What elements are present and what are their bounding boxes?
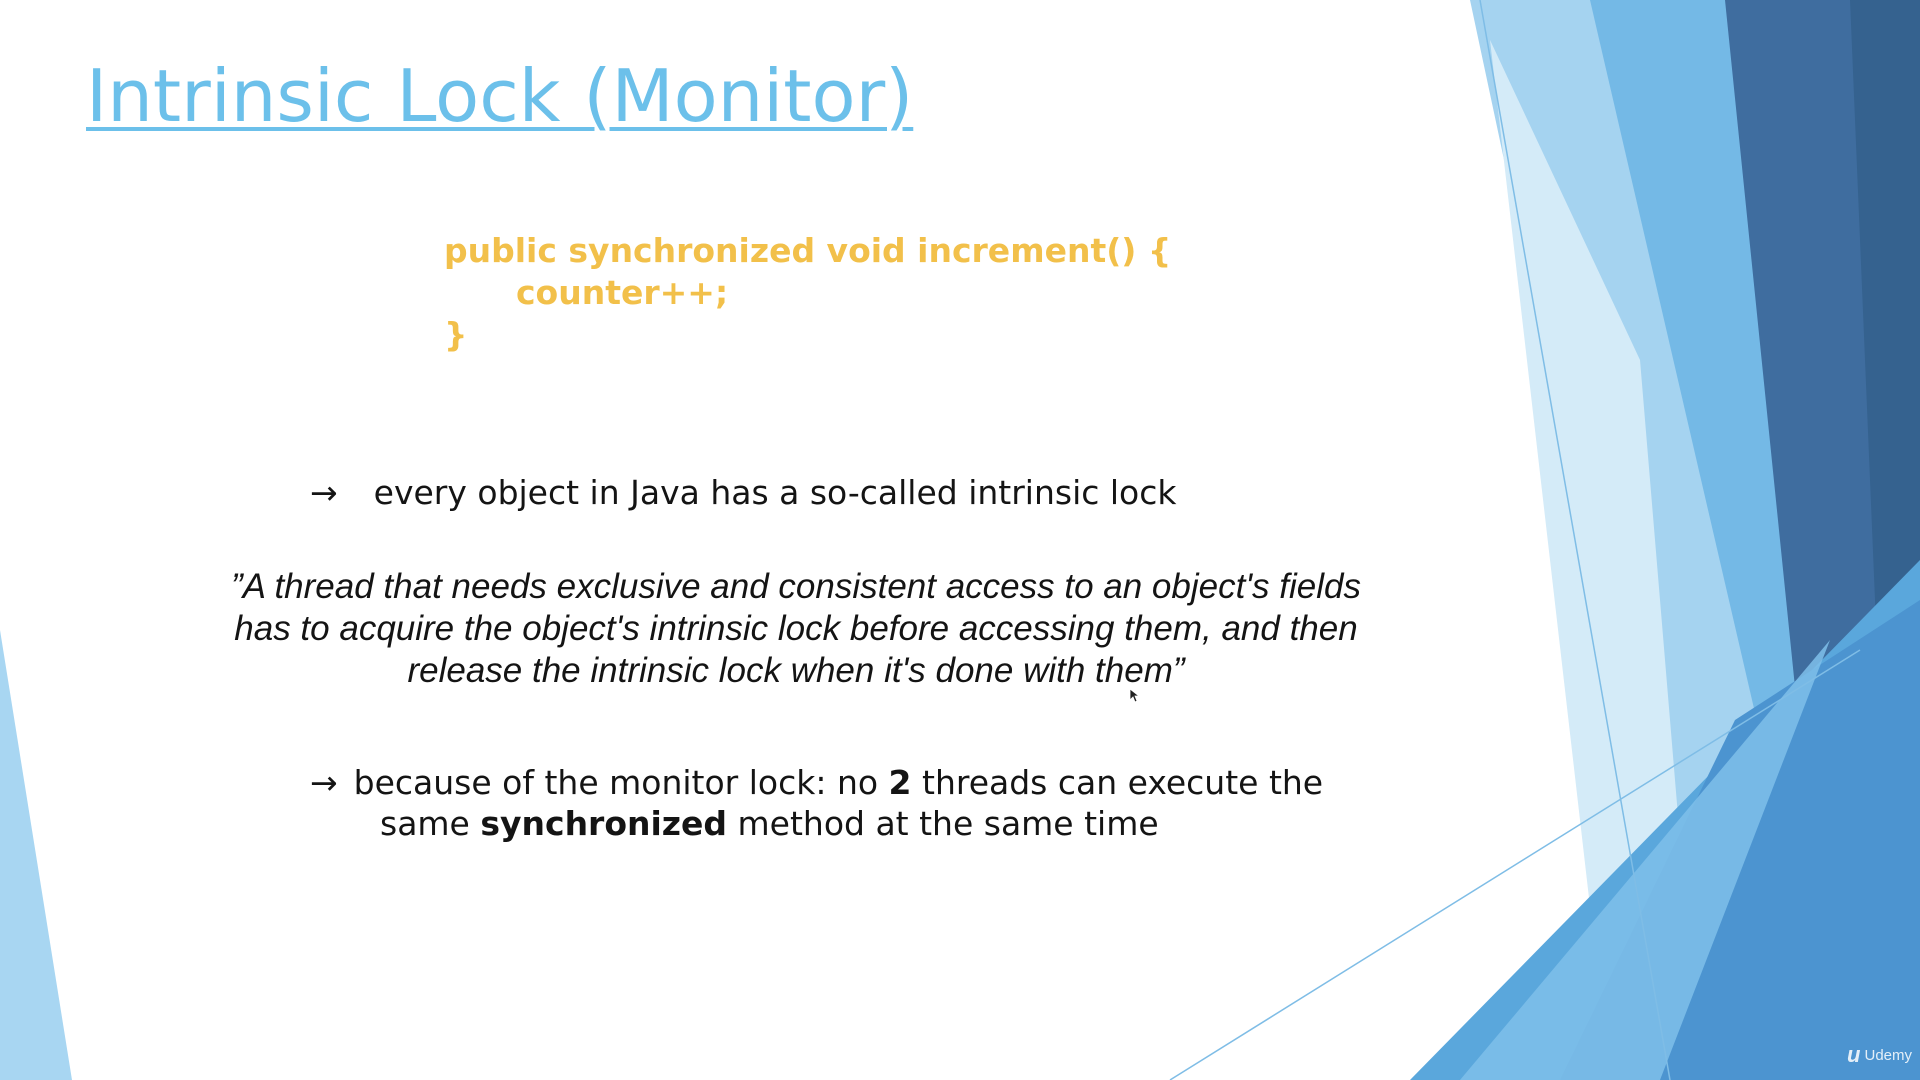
quote-line-2: has to acquire the object's intrinsic lo…	[234, 609, 1358, 648]
quote-line-1: ”A thread that needs exclusive and consi…	[231, 567, 1361, 606]
arrow-icon: →	[310, 763, 338, 802]
slide-title: Intrinsic Lock (Monitor)	[86, 54, 914, 138]
code-snippet: public synchronized void increment() { c…	[444, 230, 1171, 356]
code-line-close: }	[444, 315, 468, 354]
arrow-icon: →	[310, 473, 338, 512]
udemy-logo-icon: u	[1847, 1042, 1861, 1067]
left-accent-shape	[0, 630, 72, 1080]
bullet-text-start: because of the monitor lock: no	[353, 763, 889, 802]
code-line-signature: public synchronized void increment() {	[444, 231, 1172, 270]
bullet-cont-start: same	[380, 804, 481, 843]
bullet-intrinsic-lock: → every object in Java has a so-called in…	[310, 472, 1176, 514]
bullet-text-end: threads can execute the	[911, 763, 1324, 802]
bullet-bold-keyword: synchronized	[480, 804, 728, 843]
decorative-background	[0, 0, 1920, 1080]
bullet-cont-end: method at the same time	[727, 804, 1159, 843]
udemy-watermark: u Udemy	[1847, 1042, 1912, 1068]
watermark-text: Udemy	[1864, 1046, 1912, 1064]
quote-block: ”A thread that needs exclusive and consi…	[196, 566, 1396, 692]
bullet-monitor-lock: → because of the monitor lock: no 2 threa…	[310, 762, 1323, 804]
bullet-text: every object in Java has a so-called int…	[373, 473, 1177, 512]
bullet-monitor-lock-continued: same synchronized method at the same tim…	[380, 803, 1159, 845]
bullet-bold-number: 2	[888, 763, 912, 802]
code-line-body: counter++;	[516, 273, 729, 312]
mouse-pointer-icon	[1130, 689, 1140, 703]
quote-line-3: release the intrinsic lock when it's don…	[407, 651, 1185, 690]
